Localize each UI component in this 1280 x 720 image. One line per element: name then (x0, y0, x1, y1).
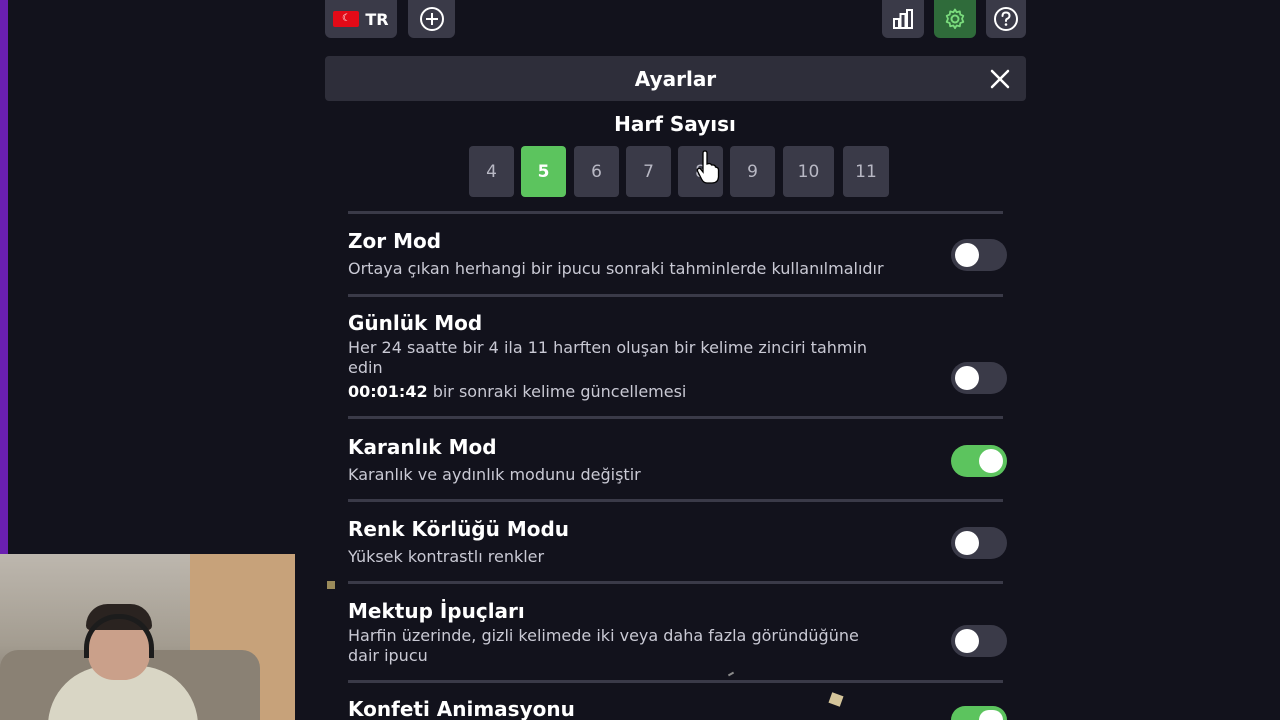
add-button[interactable] (408, 0, 455, 38)
letter-option-9[interactable]: 9 (730, 146, 775, 197)
confetti-piece (727, 671, 735, 677)
daily-timer-suffix: bir sonraki kelime güncellemesi (432, 382, 687, 401)
statistics-button[interactable] (882, 0, 924, 38)
setting-title-dark-mode: Karanlık Mod (348, 435, 497, 459)
toggle-confetti[interactable] (951, 706, 1007, 720)
divider (348, 294, 1003, 297)
divider (348, 499, 1003, 502)
language-button[interactable]: ☾ TR (325, 0, 397, 38)
letter-count-title: Harf Sayısı (614, 112, 736, 136)
help-button[interactable] (986, 0, 1026, 38)
letter-option-11[interactable]: 11 (843, 146, 889, 197)
setting-title-daily-mode: Günlük Mod (348, 311, 483, 335)
turkey-flag-icon: ☾ (333, 11, 360, 27)
setting-desc-daily-mode: Her 24 saatte bir 4 ila 11 harften oluşa… (348, 338, 868, 377)
letter-option-10[interactable]: 10 (783, 146, 834, 197)
divider (348, 680, 1003, 683)
plus-circle-icon (419, 7, 444, 31)
letter-option-6[interactable]: 6 (574, 146, 619, 197)
setting-title-colorblind-mode: Renk Körlüğü Modu (348, 517, 570, 541)
panel-title: Ayarlar (634, 66, 717, 91)
setting-desc-hard-mode: Ortaya çıkan herhangi bir ipucu sonraki … (348, 259, 884, 278)
close-button[interactable] (987, 66, 1012, 91)
letter-option-7[interactable]: 7 (626, 146, 671, 197)
toggle-knob (979, 710, 1003, 720)
setting-desc-dark-mode: Karanlık ve aydınlık modunu değiştir (348, 465, 641, 484)
setting-desc-letter-hints: Harfin üzerinde, gizli kelimede iki veya… (348, 626, 859, 665)
divider (348, 581, 1003, 584)
settings-panel-header: Ayarlar (325, 56, 1026, 101)
setting-desc-colorblind-mode: Yüksek kontrastlı renkler (348, 547, 545, 566)
toggle-knob (979, 449, 1003, 473)
toggle-knob (955, 531, 979, 555)
toggle-hard-mode[interactable] (951, 239, 1007, 271)
gear-icon (945, 8, 965, 30)
divider (348, 211, 1003, 214)
close-icon (990, 69, 1009, 88)
divider (348, 416, 1003, 419)
letter-option-4[interactable]: 4 (469, 146, 514, 197)
language-code: TR (365, 9, 389, 29)
toggle-letter-hints[interactable] (951, 625, 1007, 657)
webcam-overlay (0, 554, 295, 720)
setting-title-letter-hints: Mektup İpuçları (348, 599, 525, 623)
daily-timer: 00:01:42 (348, 382, 428, 401)
toggle-knob (955, 629, 979, 653)
setting-title-hard-mode: Zor Mod (348, 229, 442, 253)
bar-chart-icon (893, 9, 913, 29)
setting-title-confetti: Konfeti Animasyonu (348, 697, 575, 720)
hand-cursor-icon (696, 150, 720, 184)
confetti-piece (327, 581, 335, 589)
daily-timer-line: 00:01:42 bir sonraki kelime güncellemesi (348, 382, 888, 402)
confetti-piece (828, 692, 844, 707)
toggle-dark-mode[interactable] (951, 445, 1007, 477)
toggle-knob (955, 243, 979, 267)
toggle-daily-mode[interactable] (951, 362, 1007, 394)
settings-button[interactable] (934, 0, 976, 38)
toggle-knob (955, 366, 979, 390)
letter-option-5[interactable]: 5 (521, 146, 566, 197)
question-circle-icon (994, 7, 1018, 31)
toggle-colorblind-mode[interactable] (951, 527, 1007, 559)
